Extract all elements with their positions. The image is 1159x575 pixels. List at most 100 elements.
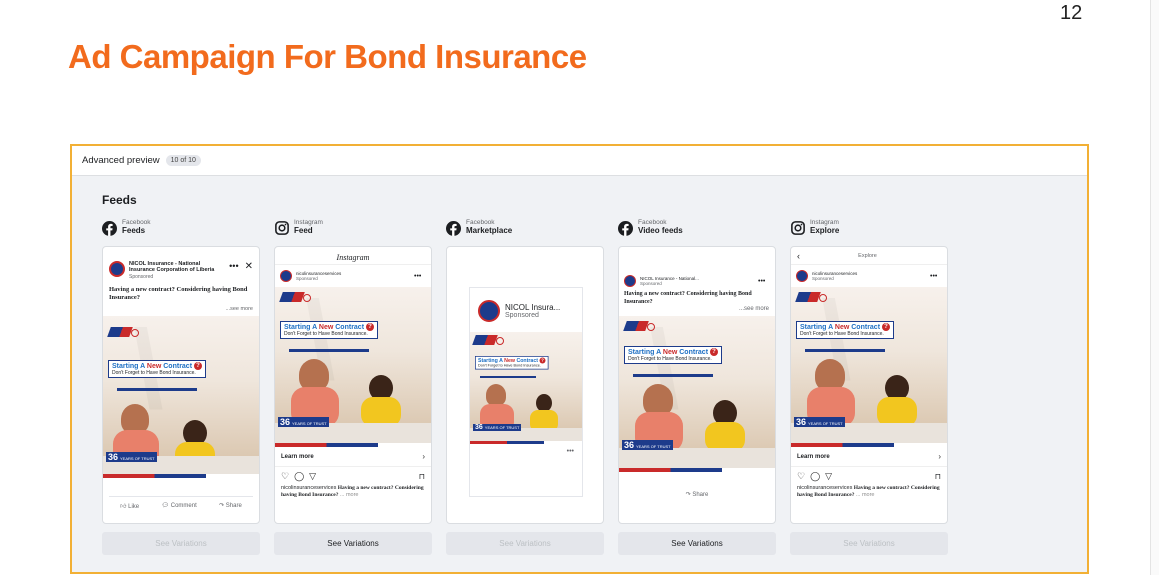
advanced-preview-panel: Advanced preview 10 of 10 Feeds Facebook… — [70, 144, 1089, 574]
bookmark-icon[interactable]: ⊓ — [935, 472, 941, 481]
years-badge: 36 YEARS OF TRUST — [106, 451, 157, 462]
like-button[interactable]: 👍︎ Like — [120, 502, 139, 510]
share-button[interactable]: ↷ Share — [219, 502, 242, 510]
feeds-section-label: Feeds — [102, 193, 137, 207]
bookmark-icon[interactable]: ⊓ — [419, 472, 425, 481]
years-text: YEARS OF TRUST — [808, 421, 843, 426]
headline-bar — [480, 376, 536, 378]
headline-box: Starting A New Contract ? Don't Forget t… — [624, 346, 722, 364]
ad-creative-image: \ Starting A New Contract ? Don't Forget… — [791, 287, 947, 447]
see-variations-button[interactable]: See Variations — [790, 532, 948, 555]
ad-preview-instagram-feed[interactable]: Instagram nicolinsuranceservices Sponsor… — [274, 246, 432, 524]
years-text: YEARS OF TRUST — [484, 425, 520, 430]
comment-icon: 💬︎ — [161, 502, 170, 509]
question-badge: ? — [365, 323, 374, 331]
share-icon: ↷ — [685, 492, 691, 498]
footer-strip — [275, 443, 431, 447]
woman-photo — [361, 375, 401, 427]
learn-more-row[interactable]: Learn more › — [791, 447, 947, 467]
sponsored-label: Sponsored — [296, 276, 318, 282]
marketplace-card: NICOL Insura... Sponsored Starting A New… — [469, 287, 583, 497]
caption-more-link[interactable]: ... more — [340, 492, 359, 498]
man-photo — [480, 384, 514, 432]
ad-preview-facebook-video-feeds[interactable]: NICOL Insurance - National... Sponsored … — [618, 246, 776, 524]
learn-more-row[interactable]: Learn more › — [275, 447, 431, 467]
action-bar: 👍︎ Like 💬︎ Comment ↷ Share — [109, 495, 253, 510]
ad-preview-facebook-feeds[interactable]: NICOL Insurance - National Insurance Cor… — [102, 246, 260, 524]
see-variations-button[interactable]: See Variations — [102, 532, 260, 555]
preview-title: Advanced preview — [82, 155, 160, 166]
ad-body-text: Having a new contract? Considering havin… — [109, 285, 248, 301]
send-icon[interactable]: ▽ — [825, 471, 832, 482]
footer-strip — [619, 468, 775, 472]
woman-photo — [877, 375, 917, 427]
send-icon[interactable]: ▽ — [309, 471, 316, 482]
more-options-icon[interactable]: ••• — [229, 261, 238, 271]
brand-logo — [107, 324, 143, 340]
see-more-link[interactable]: ...see more — [103, 302, 259, 312]
see-more-link[interactable]: ...see more — [619, 306, 775, 312]
see-variations-button[interactable]: See Variations — [618, 532, 776, 555]
avatar — [109, 261, 125, 277]
facebook-icon — [446, 220, 461, 236]
placement-name: Explore — [810, 226, 840, 236]
learn-more-label: Learn more — [797, 453, 830, 460]
headline-subline: Don't Forget to Have Bond Insurance. — [112, 369, 196, 376]
see-variations-button[interactable]: See Variations — [446, 532, 604, 555]
instagram-icon — [274, 221, 289, 236]
headline-subline: Don't Forget to Have Bond Insurance. — [800, 331, 884, 337]
account-name: NICOL Insurance - National Insurance Cor… — [129, 261, 215, 274]
years-badge: 36 YEARS OF TRUST — [622, 440, 673, 450]
headline-new: New — [146, 362, 162, 370]
placement-column-instagram-feed: Instagram Feed Instagram nicolinsurances… — [274, 216, 432, 555]
ad-preview-instagram-explore[interactable]: ‹ Explore nicolinsuranceservices Sponsor… — [790, 246, 948, 524]
comment-button[interactable]: 💬︎ Comment — [161, 502, 196, 510]
account-name: NICOL Insura... — [505, 302, 561, 312]
more-options-icon[interactable]: ••• — [758, 278, 765, 285]
caption-user: nicolinsuranceservices — [281, 485, 337, 491]
headline-bar — [633, 374, 713, 377]
years-number: 36 — [624, 440, 635, 450]
placement-name: Marketplace — [466, 226, 513, 236]
like-label: Like — [128, 503, 140, 510]
years-badge: 36 YEARS OF TRUST — [794, 417, 845, 427]
see-variations-button[interactable]: See Variations — [274, 532, 432, 555]
ad-body-text: Having a new contract? Considering havin… — [624, 291, 752, 305]
placement-name: Video feeds — [638, 226, 683, 236]
brand-logo — [623, 318, 659, 334]
ad-creative-image: \ Starting A New Contract ? Don't Forget… — [619, 316, 775, 472]
preview-header: Advanced preview 10 of 10 — [72, 146, 1087, 176]
question-badge: ? — [709, 348, 718, 356]
question-badge: ? — [193, 361, 202, 370]
chevron-right-icon: › — [422, 452, 425, 461]
sponsored-label: Sponsored — [129, 273, 154, 280]
placement-header: Instagram Explore — [790, 216, 948, 240]
more-options-icon[interactable]: ••• — [414, 273, 421, 280]
learn-more-label: Learn more — [281, 453, 314, 460]
headline-new: New — [662, 348, 678, 356]
comment-icon[interactable]: ◯ — [810, 471, 820, 482]
heart-icon[interactable]: ♡ — [797, 471, 805, 482]
placement-column-facebook-video-feeds: Facebook Video feeds NICOL Insurance - N… — [618, 216, 776, 555]
headline-bar — [805, 349, 885, 352]
share-button[interactable]: ↷ Share — [686, 491, 709, 498]
years-badge: 36 YEARS OF TRUST — [473, 424, 522, 431]
caption-more-link[interactable]: ... more — [856, 492, 875, 498]
facebook-icon — [102, 220, 117, 236]
heart-icon[interactable]: ♡ — [281, 471, 289, 482]
headline-suffix: Contract — [851, 323, 881, 331]
more-options-icon[interactable]: ••• — [470, 444, 582, 459]
placement-header: Facebook Feeds — [102, 216, 260, 240]
ad-preview-facebook-marketplace[interactable]: NICOL Insura... Sponsored Starting A New… — [446, 246, 604, 524]
placement-name: Feed — [294, 226, 313, 236]
more-options-icon[interactable]: ••• — [930, 273, 937, 280]
headline-subline: Don't Forget to Have Bond Insurance. — [478, 363, 541, 369]
comment-icon[interactable]: ◯ — [294, 471, 304, 482]
footer-strip — [791, 443, 947, 447]
headline-prefix: Starting A — [628, 348, 661, 356]
years-text: YEARS OF TRUST — [636, 444, 671, 449]
sponsored-label: Sponsored — [640, 281, 662, 287]
close-icon[interactable]: ✕ — [245, 261, 253, 272]
ad-creative-image: Starting A New Contract ? Don't Forget t… — [470, 332, 582, 444]
headline-box: Starting A New Contract ? Don't Forget t… — [108, 359, 206, 378]
